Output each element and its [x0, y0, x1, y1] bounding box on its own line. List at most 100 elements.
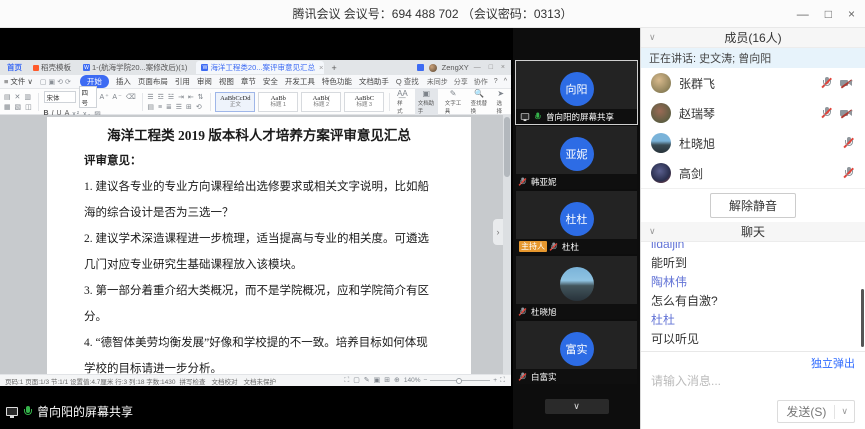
video-tile-dudu[interactable]: 杜杜 主持人 杜杜 [516, 191, 637, 254]
doc-assistant-tool[interactable]: ▣文档助手 [415, 88, 438, 116]
maximize-icon[interactable]: □ [825, 8, 832, 20]
wps-file-menu[interactable]: ≡ 文件 ∨ [4, 76, 33, 87]
review-item: 4. “德智体美劳均衡发展”好像和学校提的不一致。培养目标如何体现学校的目标请进… [84, 330, 434, 374]
clipboard-group[interactable]: ▤ ✕ ▥ ▦ ▧ ◫ [4, 93, 33, 111]
tile-name-bar: 曾向阳的屏幕共享 [516, 109, 637, 124]
wps-menu-reference[interactable]: 引用 [175, 76, 190, 87]
protection-status[interactable]: 文档未保护 [244, 376, 277, 386]
member-row-gaojian[interactable]: 高剑 [641, 158, 865, 188]
chevron-down-icon[interactable]: ∨ [649, 32, 656, 43]
zoom-slider[interactable] [430, 380, 490, 381]
wps-menu-review[interactable]: 审阅 [197, 76, 212, 87]
member-row-duxiaoxu[interactable]: 杜晓旭 [641, 128, 865, 158]
wps-home-tab[interactable]: 首页 [3, 62, 26, 73]
document-scrollbar[interactable] [503, 115, 511, 374]
zoom-slider-knob[interactable] [456, 378, 462, 384]
chat-message-list[interactable]: lidaijin 能听到 陶林伟 怎么有自激? 杜杜 可以听见 [641, 242, 865, 351]
popout-chat-link[interactable]: 独立弹出 [651, 356, 855, 372]
zoom-in-icon[interactable]: + [493, 377, 497, 384]
window-controls: — □ × [797, 0, 855, 28]
chat-panel-header[interactable]: ∨ 聊天 [641, 222, 865, 242]
close-tab-icon[interactable]: × [319, 63, 323, 72]
unmute-button[interactable]: 解除静音 [710, 193, 796, 218]
video-thumbnail-strip: 向阳 曾向阳的屏幕共享 亚妮 韩亚妮 杜杜 主持人 [513, 28, 640, 429]
collapse-strip-button[interactable]: ∨ [545, 399, 609, 414]
wps-document-area: 海洋工程类 2019 版本科人才培养方案评审意见汇总 评审意见： 1. 建议各专… [0, 115, 511, 374]
camera-off-icon[interactable] [840, 109, 853, 118]
wps-menu-assistant[interactable]: 文档助手 [359, 76, 389, 87]
video-tile-duxiaoxu[interactable]: 杜晓旭 [516, 256, 637, 319]
wps-share-button[interactable]: 分享 [454, 77, 468, 87]
send-button[interactable]: 发送(S) ∨ [777, 400, 855, 423]
wps-menu-features[interactable]: 特色功能 [322, 76, 352, 87]
members-panel-header[interactable]: ∨ 成员(16人) [641, 28, 865, 48]
camera-off-icon[interactable] [840, 79, 853, 88]
view-mode-icons[interactable]: ⛶ ▢ ✎ ▣ ⊞ ⊕ [344, 376, 400, 385]
wps-window-controls[interactable]: — □ × [474, 64, 508, 71]
wps-templates-tab[interactable]: 稻壳模板 [30, 62, 74, 73]
proofread-status[interactable]: 文档校对 [212, 376, 238, 386]
find-replace-tool[interactable]: 🔍查找替换 [469, 89, 490, 115]
wps-doc-tab-1[interactable]: W 1-(航海学院20...案修改后)(1) [78, 61, 192, 74]
font-size-select[interactable]: 四号 [79, 86, 97, 108]
style-normal[interactable]: AaBbCcDd 正文 [215, 92, 255, 112]
tile-name-bar: 主持人 杜杜 [516, 239, 637, 254]
mic-muted-icon[interactable] [844, 167, 853, 179]
zoom-level[interactable]: 140% [404, 377, 421, 384]
document-page[interactable]: 海洋工程类 2019 版本科人才培养方案评审意见汇总 评审意见： 1. 建议各专… [47, 117, 471, 374]
wps-menu-devtools[interactable]: 开发工具 [285, 76, 315, 87]
chat-message: 怎么有自激? [651, 292, 855, 311]
font-name-select[interactable]: 宋体 [44, 91, 76, 103]
wps-doc-tab-2-active[interactable]: W 海洋工程类20...案评审意见汇总 × [196, 61, 324, 74]
status-position-info: 页码:1 页面:1/3 节:1/1 设置值:4.7厘米 行:3 列:18 字数:… [5, 376, 176, 386]
wps-vip-icon[interactable] [417, 64, 424, 71]
wps-user-avatar[interactable] [429, 64, 437, 72]
wps-tab-bar: 首页 稻壳模板 W 1-(航海学院20...案修改后)(1) W 海洋工程类20… [0, 60, 511, 75]
spellcheck-status[interactable]: 拼写检查 [180, 376, 206, 386]
wps-menu-security[interactable]: 安全 [263, 76, 278, 87]
paragraph-group[interactable]: ☰ ☲ ☱ ⇥ ⇤ ⇅ ▤ ≡ ≣ ☰ ⊞ ⟲ [147, 93, 204, 111]
wps-help-button[interactable]: ? [494, 78, 498, 85]
wps-collapse-ribbon-icon[interactable]: ^ [504, 78, 507, 85]
new-tab-button[interactable]: + [328, 63, 339, 73]
chat-sender: 杜杜 [651, 311, 855, 330]
styles-tool[interactable]: A͟A样式 [395, 89, 410, 115]
video-tile-zengxiangyang[interactable]: 向阳 曾向阳的屏幕共享 [516, 61, 637, 124]
chevron-down-icon[interactable]: ∨ [649, 226, 656, 237]
text-tool[interactable]: ✎文字工具 [443, 89, 464, 115]
chat-input-area: 独立弹出 发送(S) ∨ [641, 351, 865, 429]
style-heading2[interactable]: AaBb( 标题 2 [301, 92, 341, 112]
style-heading3[interactable]: AaBbC 标题 3 [344, 92, 384, 112]
close-icon[interactable]: × [848, 8, 855, 20]
video-tile-baifushi[interactable]: 富实 白富实 [516, 321, 637, 384]
wps-menu-find[interactable]: Q 查找 [396, 76, 419, 87]
member-row-zhaoruiqin[interactable]: 赵瑞琴 [641, 98, 865, 128]
chat-scrollbar[interactable] [861, 289, 864, 347]
wps-menu-section[interactable]: 章节 [241, 76, 256, 87]
mic-muted-icon[interactable] [844, 137, 853, 149]
chat-sender: 陶林伟 [651, 273, 855, 292]
video-tile-hanyani[interactable]: 亚妮 韩亚妮 [516, 126, 637, 189]
chat-input[interactable] [651, 372, 855, 390]
minimize-icon[interactable]: — [797, 8, 809, 20]
member-row-zhangqunfei[interactable]: 张群飞 [641, 68, 865, 98]
next-page-button[interactable]: › [493, 219, 503, 245]
wps-collab-button[interactable]: 协作 [474, 77, 488, 87]
mic-muted-icon[interactable] [822, 107, 831, 119]
mic-muted-icon[interactable] [822, 77, 831, 89]
wps-quick-access-icons[interactable]: ▢▣⟲⟳ [40, 78, 73, 86]
fit-page-icon[interactable]: ⛶ [500, 377, 506, 385]
rice-template-icon [33, 65, 39, 71]
wps-menu-layout[interactable]: 页面布局 [138, 76, 168, 87]
screen-share-area: 首页 稻壳模板 W 1-(航海学院20...案修改后)(1) W 海洋工程类20… [0, 28, 513, 429]
mic-muted-icon [550, 242, 557, 251]
send-options-chevron-icon[interactable]: ∨ [835, 404, 854, 419]
style-heading1[interactable]: AaBb 标题 1 [258, 92, 298, 112]
select-tool[interactable]: ➤选择 [495, 89, 507, 115]
mic-on-icon [534, 112, 541, 121]
mic-muted-icon [519, 307, 526, 316]
zoom-out-icon[interactable]: − [424, 377, 428, 384]
wps-menu-view[interactable]: 视图 [219, 76, 234, 87]
meeting-titlebar: 腾讯会议 会议号：694 488 702 （会议密码：0313） — □ × [0, 0, 865, 28]
wps-sync-status[interactable]: 未同步 [427, 77, 448, 87]
